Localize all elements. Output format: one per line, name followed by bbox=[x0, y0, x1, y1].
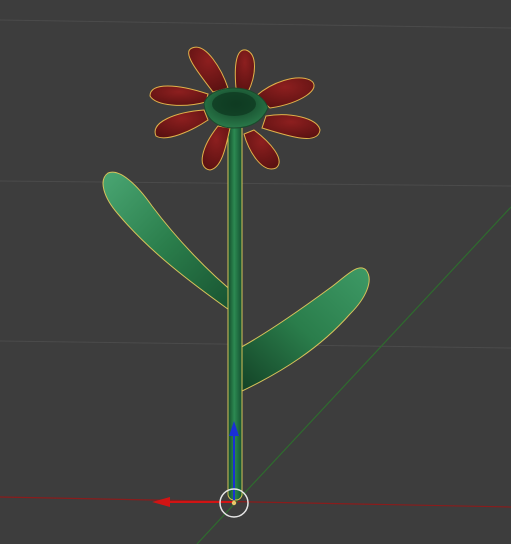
grid-line bbox=[0, 19, 511, 29]
viewport-scene[interactable] bbox=[0, 0, 511, 544]
3d-viewport[interactable] bbox=[0, 0, 511, 544]
x-axis-line bbox=[0, 496, 511, 508]
petal[interactable] bbox=[243, 129, 280, 170]
right-leaf[interactable] bbox=[235, 267, 370, 393]
petal[interactable] bbox=[234, 49, 255, 93]
petal[interactable] bbox=[154, 109, 209, 139]
petal[interactable] bbox=[188, 46, 229, 93]
grid-lines bbox=[0, 19, 511, 349]
transform-gizmo[interactable] bbox=[152, 421, 249, 518]
petal[interactable] bbox=[201, 125, 231, 171]
origin-point-icon bbox=[231, 500, 237, 506]
left-leaf[interactable] bbox=[102, 171, 239, 313]
grid-line bbox=[0, 180, 511, 187]
flower-center-inner bbox=[212, 92, 256, 116]
petal[interactable] bbox=[149, 85, 209, 106]
petal[interactable] bbox=[261, 114, 321, 139]
x-axis-arrowhead-icon[interactable] bbox=[152, 497, 170, 507]
